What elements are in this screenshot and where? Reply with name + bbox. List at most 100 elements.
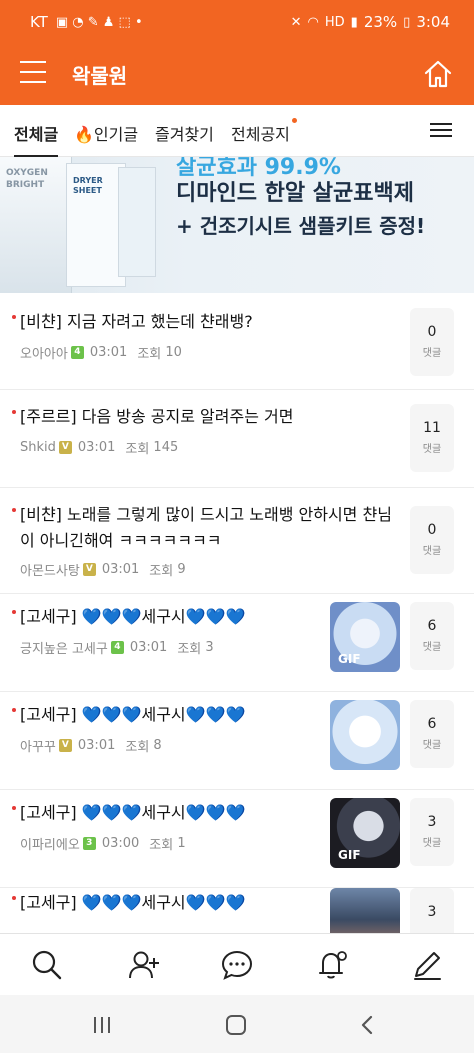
- signal-icon: ▮: [350, 14, 358, 30]
- battery-icon: ▯: [403, 14, 411, 30]
- post-title[interactable]: [고세구] 💙💙💙세구시💙💙💙: [12, 800, 320, 826]
- home-button-icon[interactable]: [224, 1013, 248, 1037]
- views-label: 조회: [125, 442, 150, 457]
- post-time: 03:01: [101, 562, 140, 577]
- recent-apps-icon[interactable]: [90, 1013, 114, 1037]
- post-meta: 오아아아 4 03:01 조회 10: [20, 343, 182, 362]
- write-icon[interactable]: [410, 948, 444, 982]
- post-views: 10: [165, 345, 182, 360]
- ad-banner[interactable]: OXYGEN BRIGHT DRYER SHEET 살균효과 99.9% 디마인…: [0, 157, 474, 293]
- comment-count: 0: [427, 324, 437, 340]
- comment-label: 댓글: [422, 546, 442, 557]
- comment-count: 11: [423, 420, 441, 436]
- post-views: 3: [205, 640, 214, 655]
- post-meta: 아꾸꾸 V 03:01 조회 8: [20, 736, 162, 755]
- post-title[interactable]: [고세구] 💙💙💙세구시💙💙💙: [12, 702, 320, 728]
- post-author: 아몬드사탕: [20, 564, 80, 579]
- level-badge: V: [58, 441, 72, 454]
- comment-count-button[interactable]: 6 댓글: [410, 700, 454, 768]
- list-item[interactable]: [고세구] 💙💙💙세구시💙💙💙 3: [0, 888, 474, 933]
- comment-count-button[interactable]: 6 댓글: [410, 602, 454, 670]
- wifi-icon: ◠: [307, 14, 319, 30]
- post-time: 03:01: [77, 738, 116, 753]
- list-item[interactable]: [고세구] 💙💙💙세구시💙💙💙 이파리에오 3 03:00 조회 1 GIF 3…: [0, 790, 474, 888]
- banner-line-3: + 건조기시트 샘플키트 증정!: [176, 214, 426, 238]
- system-navigation-bar: [0, 995, 474, 1053]
- post-author: 긍지높은 고세구: [20, 642, 108, 657]
- comment-count-button[interactable]: 0 댓글: [410, 506, 454, 574]
- new-dot: [291, 118, 297, 123]
- comment-count-button[interactable]: 3: [410, 888, 454, 933]
- comment-count: 6: [427, 618, 437, 634]
- post-thumbnail[interactable]: [330, 700, 400, 770]
- banner-line-2: 디마인드 한알 살균표백제: [176, 181, 414, 206]
- search-icon[interactable]: [30, 948, 64, 982]
- hd-icon: HD: [324, 14, 345, 30]
- comment-count: 3: [427, 904, 437, 920]
- tab-menu-icon[interactable]: [430, 123, 452, 139]
- home-icon[interactable]: [422, 58, 454, 90]
- chat-icon[interactable]: [220, 948, 254, 982]
- bottom-navigation: [0, 933, 474, 995]
- post-thumbnail[interactable]: GIF: [330, 798, 400, 868]
- level-badge: 3: [82, 837, 96, 850]
- back-icon[interactable]: [356, 1013, 380, 1037]
- views-label: 조회: [149, 838, 174, 853]
- post-meta: 이파리에오 3 03:00 조회 1: [20, 834, 186, 853]
- post-list: [비챤] 지금 자려고 했는데 챤래뱅? 오아아아 4 03:01 조회 1 0 …: [0, 293, 474, 933]
- comment-count-button[interactable]: 3 댓글: [410, 798, 454, 866]
- post-views: 145: [153, 440, 179, 455]
- tab-popular[interactable]: 🔥인기글: [74, 121, 138, 145]
- add-friend-icon[interactable]: [127, 948, 161, 982]
- level-badge: 4: [70, 346, 84, 359]
- hamburger-icon[interactable]: [20, 61, 48, 85]
- post-views: 8: [153, 738, 162, 753]
- level-badge: V: [82, 563, 96, 576]
- comment-count-button[interactable]: 0 댓글: [410, 308, 454, 376]
- post-views: 9: [177, 562, 186, 577]
- comment-label: 댓글: [422, 642, 442, 653]
- post-author: 오아아아: [20, 347, 68, 362]
- comment-count: 0: [427, 522, 437, 538]
- app-top-bar: KT ▣ ◔ ✎ ♟ ⬚ • ✕ ◠ HD ▮ 23% ▯ 3:04 왁물원: [0, 0, 474, 105]
- post-title[interactable]: [비챤] 노래를 그렇게 많이 드시고 노래뱅 안하시면 챤님이 아니긴해여 ㅋ…: [12, 502, 400, 554]
- gif-badge: GIF: [338, 652, 361, 666]
- dryer-sheet-image: DRYER SHEET: [66, 163, 126, 287]
- views-label: 조회: [177, 642, 202, 657]
- tab-favorites[interactable]: 즐겨찾기: [155, 121, 214, 145]
- post-meta: Shkid V 03:01 조회 145: [20, 438, 178, 457]
- board-tabs: 전체글 🔥인기글 즐겨찾기 전체공지: [0, 105, 474, 157]
- list-item[interactable]: [고세구] 💙💙💙세구시💙💙💙 긍지높은 고세구 4 03:01 조회 3 GI…: [0, 594, 474, 692]
- comment-label: 댓글: [422, 444, 442, 455]
- comment-label: 댓글: [422, 838, 442, 849]
- list-item[interactable]: [주르르] 다음 방송 공지로 알려주는 거면 Shkid V 03:01 조회…: [0, 390, 474, 488]
- post-time: 03:01: [77, 440, 116, 455]
- list-item[interactable]: [비챤] 노래를 그렇게 많이 드시고 노래뱅 안하시면 챤님이 아니긴해여 ㅋ…: [0, 488, 474, 594]
- post-thumbnail[interactable]: GIF: [330, 602, 400, 672]
- notification-icons: ▣ ◔ ✎ ♟ ⬚ •: [55, 14, 143, 30]
- post-title[interactable]: [주르르] 다음 방송 공지로 알려주는 거면: [12, 404, 390, 430]
- list-item[interactable]: [고세구] 💙💙💙세구시💙💙💙 아꾸꾸 V 03:01 조회 8 6 댓글: [0, 692, 474, 790]
- post-time: 03:01: [129, 640, 168, 655]
- views-label: 조회: [149, 564, 174, 579]
- tab-all-posts[interactable]: 전체글: [14, 121, 59, 157]
- list-item[interactable]: [비챤] 지금 자려고 했는데 챤래뱅? 오아아아 4 03:01 조회 10 …: [0, 293, 474, 390]
- post-meta: 긍지높은 고세구 4 03:01 조회 3: [20, 638, 214, 657]
- level-badge: V: [58, 739, 72, 752]
- carrier-label: KT: [30, 13, 48, 31]
- battery-label: 23%: [363, 13, 398, 31]
- post-title[interactable]: [고세구] 💙💙💙세구시💙💙💙: [12, 604, 320, 630]
- comment-label: 댓글: [422, 348, 442, 359]
- notification-settings-icon[interactable]: [315, 948, 349, 982]
- post-title[interactable]: [고세구] 💙💙💙세구시💙💙💙: [12, 890, 320, 916]
- comment-count: 6: [427, 716, 437, 732]
- tab-notices[interactable]: 전체공지: [231, 118, 297, 145]
- post-author: 아꾸꾸: [20, 740, 56, 755]
- post-meta: 아몬드사탕 V 03:01 조회 9: [20, 560, 186, 579]
- comment-count-button[interactable]: 11 댓글: [410, 404, 454, 472]
- app-header: 왁물원: [0, 44, 474, 105]
- cafe-title: 왁물원: [72, 64, 128, 88]
- post-thumbnail[interactable]: [330, 888, 400, 933]
- post-time: 03:00: [101, 836, 140, 851]
- post-title[interactable]: [비챤] 지금 자려고 했는데 챤래뱅?: [12, 309, 390, 335]
